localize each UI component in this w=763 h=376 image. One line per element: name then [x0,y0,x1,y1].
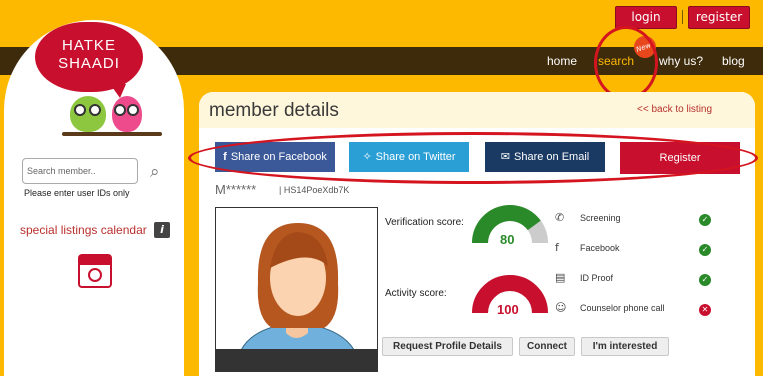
search-icon[interactable]: ⌕ [150,162,160,182]
search-hint: Please enter user IDs only [24,188,130,198]
photo-footer [216,349,377,371]
check-ok-icon: ✓ [699,214,711,226]
logo-line1: HATKE [62,37,116,54]
owl-eye [89,104,101,116]
verification-score-label: Verification score: [385,217,464,228]
owl-eye [114,104,126,116]
check-counselor-call: Counselor phone call [580,303,665,313]
panel-header: member details << back to listing [199,92,755,128]
owl-eye [74,104,86,116]
member-id: | HS14PoeXdb7K [279,185,350,195]
document-icon: ▤ [555,271,566,284]
facebook-icon: f [555,241,559,254]
header-separator [682,10,683,24]
logo-line2: SHAADI [58,55,120,72]
annotation-circle-share [188,132,758,184]
connect-button[interactable]: Connect [519,337,575,356]
page-title: member details [209,100,339,121]
member-name: M****** [215,182,257,197]
special-listings-calendar-link[interactable]: special listings calendar [20,223,147,237]
check-facebook: Facebook [580,243,620,253]
branch [62,132,162,136]
annotation-circle-search [594,26,658,100]
verification-score-value: 80 [500,232,515,247]
check-screening: Screening [580,213,621,223]
calendar-header [80,256,110,265]
request-profile-details-button[interactable]: Request Profile Details [382,337,513,356]
owl-eye [127,104,139,116]
im-interested-button[interactable]: I'm interested [581,337,669,356]
phone-icon: ✆ [555,211,565,224]
green-owl-icon [70,96,106,132]
avatar-icon [235,223,362,371]
member-search-input[interactable]: Search member.. [22,158,138,184]
back-to-listing-link[interactable]: << back to listing [637,104,712,115]
activity-score-value: 100 [497,302,519,317]
check-fail-icon: ✕ [699,304,711,316]
nav-home[interactable]: home [547,54,577,68]
activity-score-label: Activity score: [385,288,447,299]
check-ok-icon: ✓ [699,244,711,256]
nav-why-us[interactable]: why us? [659,54,703,68]
calendar-icon[interactable] [78,254,112,288]
register-button[interactable]: register [688,6,750,29]
logo[interactable]: HATKE SHAADI [35,22,143,92]
check-ok-icon: ✓ [699,274,711,286]
profile-photo [215,207,378,372]
counselor-icon: ☺ [555,301,567,314]
info-icon[interactable]: i [154,222,170,238]
check-id-proof: ID Proof [580,273,614,283]
calendar-ring [88,268,102,282]
nav-blog[interactable]: blog [722,54,745,68]
pink-owl-icon [112,96,142,132]
